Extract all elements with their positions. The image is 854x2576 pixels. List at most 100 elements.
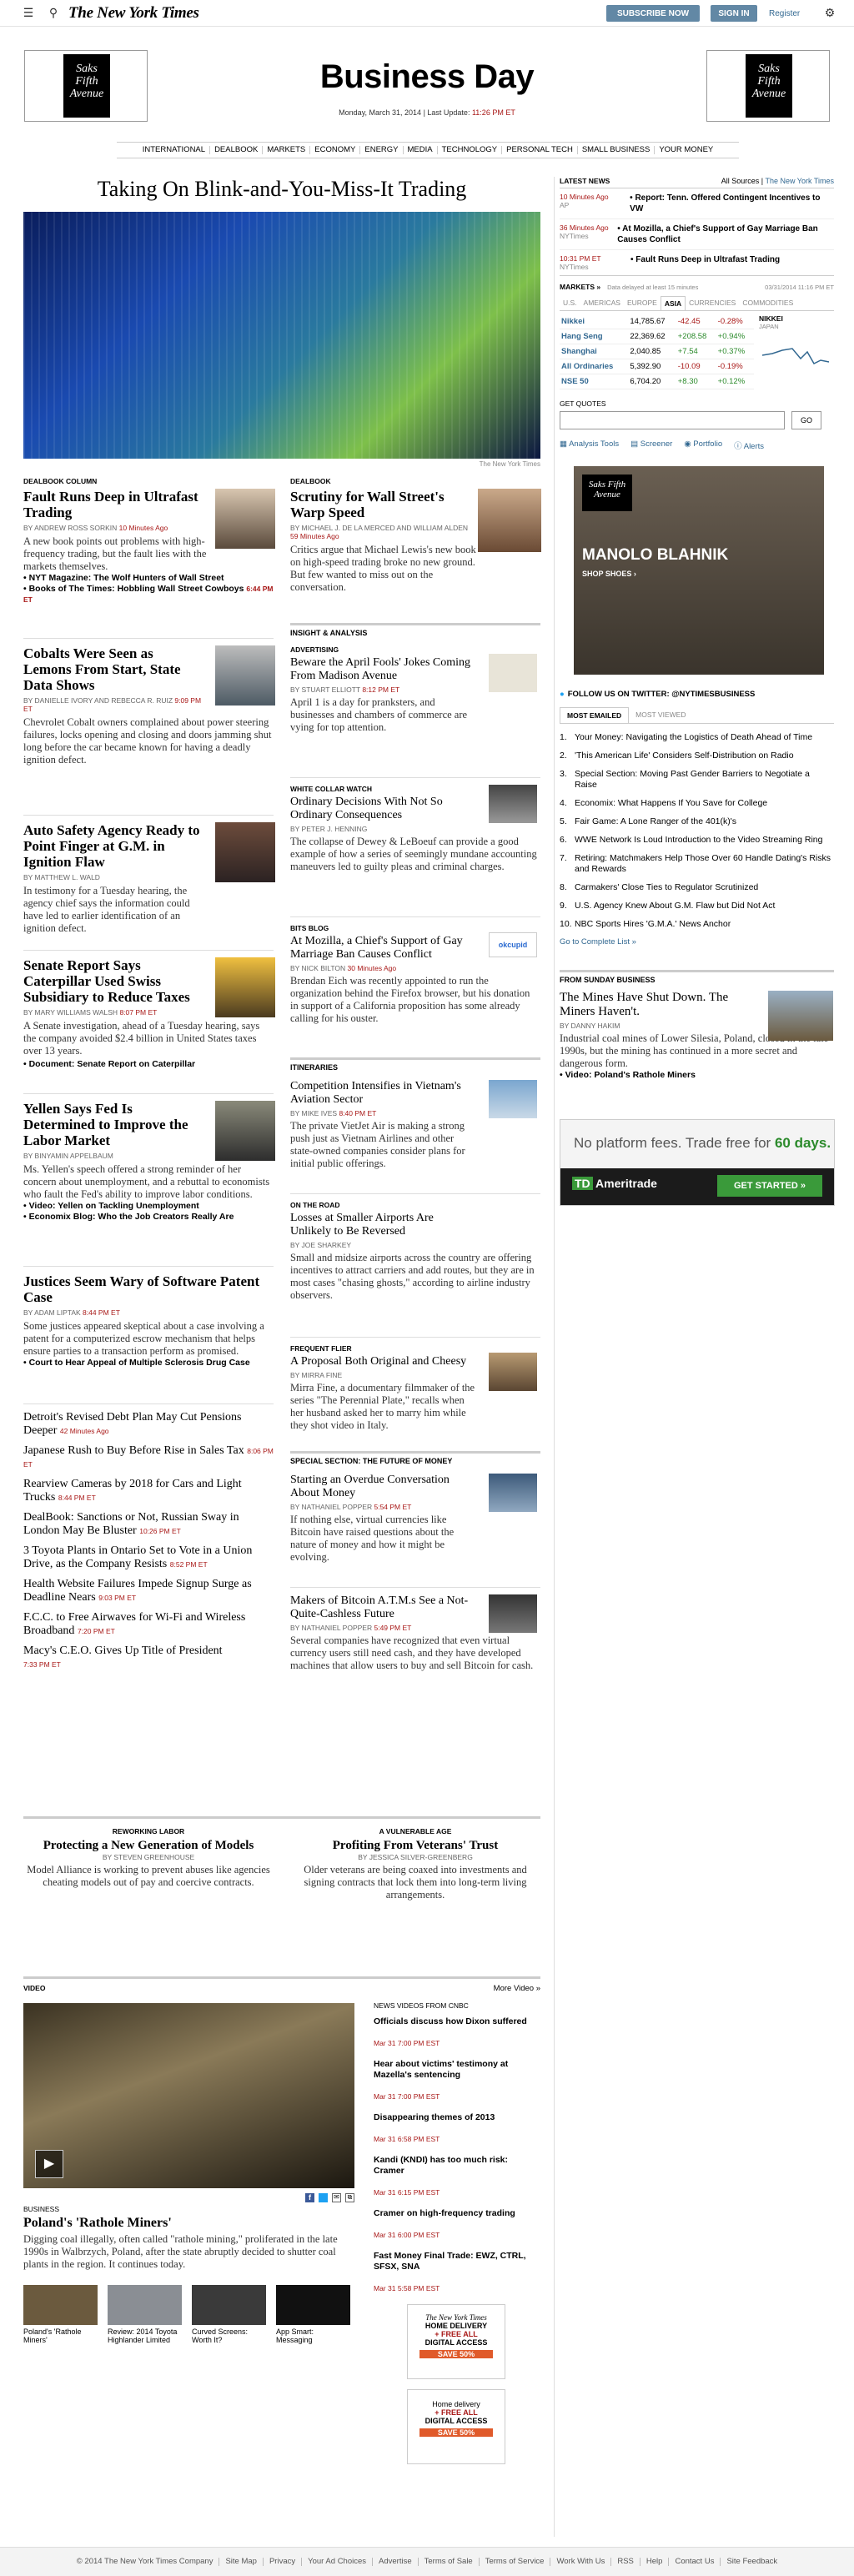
footer-link[interactable]: Advertise bbox=[373, 2558, 419, 2566]
headline[interactable]: Beware the April Fools' Jokes Coming Fro… bbox=[290, 656, 474, 683]
footer-link[interactable]: Site Feedback bbox=[721, 2558, 783, 2566]
menu-icon[interactable]: ☰ bbox=[22, 7, 35, 20]
nav-energy[interactable]: ENERGY bbox=[360, 146, 404, 154]
footer-link[interactable]: Site Map bbox=[219, 2558, 264, 2566]
embed-icon[interactable]: ⧉ bbox=[345, 2193, 354, 2202]
nav-international[interactable]: INTERNATIONAL bbox=[138, 146, 211, 154]
nav-small-business[interactable]: SMALL BUSINESS bbox=[578, 146, 656, 154]
tab-currencies[interactable]: CURRENCIES bbox=[686, 296, 739, 310]
twitter-icon[interactable] bbox=[319, 2193, 328, 2202]
related-link[interactable]: NYT Magazine: The Wolf Hunters of Wall S… bbox=[23, 573, 274, 584]
table-row[interactable]: Nikkei 14,785.67 -42.45 -0.28% bbox=[560, 314, 754, 329]
headline[interactable]: Senate Report Says Caterpillar Used Swis… bbox=[23, 957, 203, 1005]
mini-chart[interactable]: NIKKEI JAPAN bbox=[759, 314, 834, 389]
list-item[interactable]: Rearview Cameras by 2018 for Cars and Li… bbox=[23, 1478, 274, 1504]
author-photo[interactable] bbox=[215, 489, 275, 549]
home-delivery-ad[interactable]: The New York Times HOME DELIVERY + FREE A… bbox=[407, 2304, 505, 2379]
quote-input[interactable] bbox=[560, 411, 785, 429]
list-item[interactable]: Hear about victims' testimony at Mazella… bbox=[374, 2059, 540, 2101]
td-ameritrade-ad[interactable]: No platform fees. Trade free for 60 days… bbox=[560, 1119, 835, 1206]
tab-nyt[interactable]: The New York Times bbox=[765, 177, 834, 185]
headline[interactable]: Competition Intensifies in Vietnam's Avi… bbox=[290, 1080, 474, 1107]
footer-link[interactable]: Contact Us bbox=[669, 2558, 721, 2566]
list-item[interactable]: 3 Toyota Plants in Ontario Set to Vote i… bbox=[23, 1544, 274, 1571]
twitter-follow[interactable]: ● FOLLOW US ON TWITTER: @NYTIMESBUSINESS bbox=[560, 690, 834, 699]
list-item[interactable]: 36 Minutes AgoNYTimesAt Mozilla, a Chief… bbox=[560, 219, 834, 250]
list-item[interactable]: 3. Special Section: Moving Past Gender Ba… bbox=[560, 769, 834, 791]
video-thumb[interactable]: Poland's 'Rathole Miners' bbox=[23, 2285, 98, 2344]
headline[interactable]: Ordinary Decisions With Not So Ordinary … bbox=[290, 796, 474, 822]
home-delivery-ad-2[interactable]: Home delivery + FREE ALL DIGITAL ACCESS SA… bbox=[407, 2389, 505, 2464]
related-link[interactable]: Books of The Times: Hobbling Wall Street… bbox=[23, 584, 274, 605]
headline[interactable]: Fault Runs Deep in Ultrafast Trading bbox=[23, 489, 203, 520]
list-item[interactable]: 5. Fair Game: A Lone Ranger of the 401(k)… bbox=[560, 816, 834, 827]
list-item[interactable]: 6. WWE Network Is Loud Introduction to th… bbox=[560, 835, 834, 846]
list-item[interactable]: 10:31 PM ETNYTimesFault Runs Deep in Ult… bbox=[560, 250, 834, 276]
headline[interactable]: The Mines Have Shut Down. The Miners Hav… bbox=[560, 991, 735, 1019]
facebook-icon[interactable]: f bbox=[305, 2193, 314, 2202]
tab-commodities[interactable]: COMMODITIES bbox=[739, 296, 796, 310]
article-photo[interactable] bbox=[768, 991, 833, 1041]
footer-link[interactable]: Help bbox=[640, 2558, 670, 2566]
search-icon[interactable]: ⚲ bbox=[47, 7, 60, 20]
article-photo[interactable] bbox=[489, 1353, 537, 1391]
video-headline[interactable]: Poland's 'Rathole Miners' bbox=[23, 2216, 354, 2231]
article-photo[interactable] bbox=[478, 489, 541, 552]
subscribe-button[interactable]: SUBSCRIBE NOW bbox=[606, 5, 700, 22]
related-link[interactable]: Court to Hear Appeal of Multiple Scleros… bbox=[23, 1358, 274, 1368]
nav-dealbook[interactable]: DEALBOOK bbox=[210, 146, 264, 154]
more-video-link[interactable]: More Video » bbox=[494, 1984, 540, 1993]
list-item[interactable]: Japanese Rush to Buy Before Rise in Sale… bbox=[23, 1444, 274, 1471]
related-link[interactable]: Document: Senate Report on Caterpillar bbox=[23, 1059, 274, 1070]
tab-us[interactable]: U.S. bbox=[560, 296, 580, 310]
nyt-logo[interactable]: The New York Times bbox=[68, 4, 199, 23]
list-item[interactable]: Cramer on high-frequency trading Mar 31 6… bbox=[374, 2208, 540, 2239]
okcupid-logo[interactable]: okcupid bbox=[489, 932, 537, 957]
nav-technology[interactable]: TECHNOLOGY bbox=[438, 146, 503, 154]
video-thumb[interactable]: Curved Screens: Worth It? bbox=[192, 2285, 266, 2344]
portfolio-link[interactable]: ◉ Portfolio bbox=[684, 439, 722, 451]
headline[interactable]: Cobalts Were Seen as Lemons From Start, … bbox=[23, 645, 203, 693]
list-item[interactable]: Kandi (KNDI) has too much risk: Cramer Ma… bbox=[374, 2155, 540, 2197]
list-item[interactable]: 4. Economix: What Happens If You Save for… bbox=[560, 798, 834, 809]
list-item[interactable]: 10 Minutes AgoAPReport: Tenn. Offered Co… bbox=[560, 188, 834, 219]
nav-economy[interactable]: ECONOMY bbox=[310, 146, 361, 154]
article-photo[interactable] bbox=[489, 785, 537, 823]
article-photo[interactable] bbox=[215, 822, 275, 882]
alerts-link[interactable]: ⓘ Alerts bbox=[734, 439, 764, 451]
moose-image[interactable] bbox=[489, 654, 537, 692]
related-link[interactable]: Economix Blog: Who the Job Creators Real… bbox=[23, 1212, 274, 1223]
go-button[interactable]: GO bbox=[791, 411, 821, 429]
article-photo[interactable] bbox=[215, 1101, 275, 1161]
footer-link[interactable]: Your Ad Choices bbox=[302, 2558, 374, 2566]
footer-link[interactable]: Terms of Sale bbox=[419, 2558, 480, 2566]
table-row[interactable]: NSE 50 6,704.20 +8.30 +0.12% bbox=[560, 374, 754, 389]
article-photo[interactable] bbox=[215, 957, 275, 1017]
shop-shoes-link[interactable]: SHOP SHOES › bbox=[582, 570, 636, 578]
headline[interactable]: A Proposal Both Original and Cheesy bbox=[290, 1355, 474, 1368]
headline[interactable]: Makers of Bitcoin A.T.M.s See a Not-Quit… bbox=[290, 1594, 474, 1621]
analysis-tools-link[interactable]: ▦ Analysis Tools bbox=[560, 439, 619, 451]
list-item[interactable]: 9. U.S. Agency Knew About G.M. Flaw but D… bbox=[560, 901, 834, 911]
table-row[interactable]: All Ordinaries 5,392.90 -10.09 -0.19% bbox=[560, 359, 754, 374]
headline[interactable]: Scrutiny for Wall Street's Warp Speed bbox=[290, 489, 470, 520]
tab-europe[interactable]: EUROPE bbox=[624, 296, 661, 310]
list-item[interactable]: 8. Carmakers' Close Ties to Regulator Scr… bbox=[560, 882, 834, 893]
nav-media[interactable]: MEDIA bbox=[404, 146, 438, 154]
footer-link[interactable]: Privacy bbox=[264, 2558, 303, 2566]
signin-button[interactable]: SIGN IN bbox=[711, 5, 757, 22]
tab-all-sources[interactable]: All Sources bbox=[721, 177, 760, 185]
list-item[interactable]: Officials discuss how Dixon suffered Mar … bbox=[374, 2016, 540, 2047]
email-icon[interactable]: ✉ bbox=[332, 2193, 341, 2202]
nav-markets[interactable]: MARKETS bbox=[263, 146, 311, 154]
list-item[interactable]: 1. Your Money: Navigating the Logistics o… bbox=[560, 732, 834, 743]
list-item[interactable]: Fast Money Final Trade: EWZ, CTRL, SFSX,… bbox=[374, 2251, 540, 2292]
article-photo[interactable] bbox=[489, 1474, 537, 1512]
list-item[interactable]: Disappearing themes of 2013 Mar 31 6:58 P… bbox=[374, 2112, 540, 2143]
footer-link[interactable]: Terms of Service bbox=[480, 2558, 551, 2566]
tab-americas[interactable]: AMERICAS bbox=[580, 296, 624, 310]
nav-your-money[interactable]: YOUR MONEY bbox=[655, 146, 717, 154]
table-row[interactable]: Hang Seng 22,369.62 +208.58 +0.94% bbox=[560, 329, 754, 344]
article-photo[interactable] bbox=[489, 1594, 537, 1633]
tab-most-viewed[interactable]: MOST VIEWED bbox=[629, 707, 692, 723]
